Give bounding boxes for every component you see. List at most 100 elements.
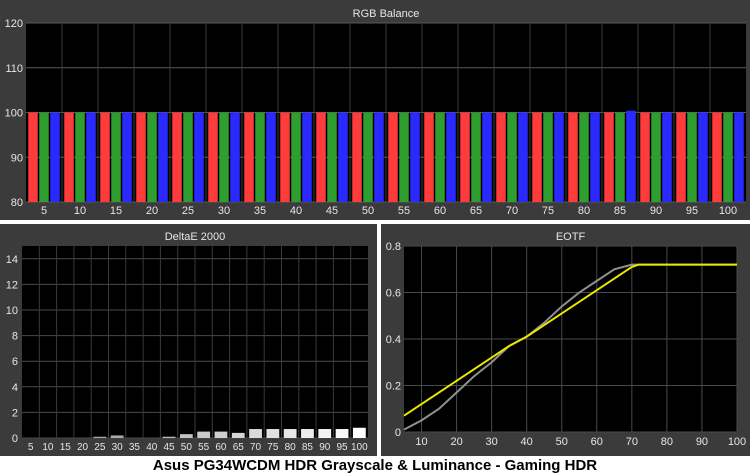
bar (507, 112, 517, 202)
x-tick-label: 30 (112, 442, 124, 453)
bar (197, 431, 211, 438)
y-tick-label: 0.8 (386, 241, 401, 253)
bar (338, 112, 348, 202)
chart-title: DeltaE 2000 (165, 231, 226, 243)
bar (676, 112, 686, 202)
x-tick-label: 35 (254, 205, 266, 217)
x-tick-label: 20 (450, 436, 462, 448)
y-tick-label: 4 (12, 382, 18, 394)
bar (532, 112, 542, 202)
x-tick-label: 50 (362, 205, 374, 217)
x-tick-label: 50 (556, 436, 568, 448)
y-tick-label: 0 (395, 427, 401, 439)
bar (75, 112, 85, 202)
bar (723, 112, 733, 202)
x-tick-label: 80 (578, 205, 590, 217)
bar (64, 112, 74, 202)
y-tick-label: 100 (5, 108, 23, 120)
x-tick-label: 85 (302, 442, 314, 453)
x-tick-label: 80 (285, 442, 297, 453)
bar (28, 112, 38, 202)
bar (214, 431, 228, 438)
bar (93, 436, 107, 438)
bar (352, 112, 362, 202)
bar (249, 429, 262, 438)
bar (424, 112, 434, 202)
x-tick-label: 70 (626, 436, 638, 448)
chart-title: RGB Balance (353, 8, 420, 20)
x-tick-label: 5 (28, 442, 34, 453)
bar (39, 112, 49, 202)
bar (640, 112, 650, 202)
bar (712, 112, 722, 202)
x-tick-label: 90 (696, 436, 708, 448)
bar (496, 112, 506, 202)
x-tick-label: 75 (267, 442, 279, 453)
y-tick-label: 12 (6, 279, 18, 291)
bar (734, 112, 744, 202)
x-tick-label: 40 (146, 442, 158, 453)
bar (158, 112, 168, 202)
rgb-balance-chart: RGB Balance 80 90 100 110 120 5 10 15 20 25 30 35 40 4… (5, 8, 746, 217)
x-tick-label: 10 (74, 205, 86, 217)
x-tick-label: 30 (486, 436, 498, 448)
bar (460, 112, 470, 202)
bar (399, 112, 409, 202)
bar (283, 429, 297, 438)
bar (626, 110, 636, 202)
x-tick-label: 10 (415, 436, 427, 448)
x-tick-label: 25 (182, 205, 194, 217)
x-tick-label: 65 (233, 442, 245, 453)
bar (302, 112, 312, 202)
bar (410, 112, 420, 202)
bar (162, 436, 176, 438)
bar (615, 112, 625, 202)
bar (651, 112, 661, 202)
bar (543, 112, 553, 202)
y-tick-label: 120 (5, 18, 23, 30)
bar (230, 112, 240, 202)
x-tick-label: 65 (470, 205, 482, 217)
bar (100, 112, 110, 202)
x-tick-label: 70 (250, 442, 262, 453)
bar (388, 112, 398, 202)
bar (122, 112, 132, 202)
bar (482, 112, 492, 202)
y-tick-label: 0.4 (386, 334, 401, 346)
bar (266, 112, 276, 202)
bar (316, 112, 326, 202)
y-tick-label: 10 (6, 305, 18, 317)
y-tick-label: 80 (11, 197, 23, 209)
bar (363, 112, 373, 202)
bar (183, 112, 193, 202)
bar (301, 429, 314, 438)
bar (471, 112, 481, 202)
y-tick-label: 110 (5, 63, 23, 75)
bar (219, 112, 229, 202)
bar (698, 112, 708, 202)
x-tick-label: 55 (198, 442, 210, 453)
bar (266, 429, 280, 438)
x-tick-label: 100 (351, 442, 368, 453)
y-tick-label: 0.6 (386, 288, 401, 300)
x-tick-label: 15 (110, 205, 122, 217)
bar (208, 112, 218, 202)
y-tick-label: 0 (12, 433, 18, 445)
bar (86, 112, 96, 202)
bar (590, 112, 600, 202)
x-tick-label: 80 (661, 436, 673, 448)
x-tick-label: 85 (614, 205, 626, 217)
bar (374, 112, 384, 202)
bar (318, 429, 332, 438)
bar (172, 112, 182, 202)
eotf-chart: EOTF 0 0.2 0.4 0.6 0.8 10 20 30 40 50 60 70 80 90 100 (386, 231, 746, 448)
bar (327, 112, 337, 202)
bar (255, 112, 265, 202)
y-tick-label: 0.2 (386, 381, 401, 393)
bar (147, 112, 157, 202)
x-tick-label: 90 (650, 205, 662, 217)
bar (291, 112, 301, 202)
x-tick-label: 45 (163, 442, 175, 453)
bar (110, 435, 124, 438)
x-tick-label: 95 (336, 442, 348, 453)
